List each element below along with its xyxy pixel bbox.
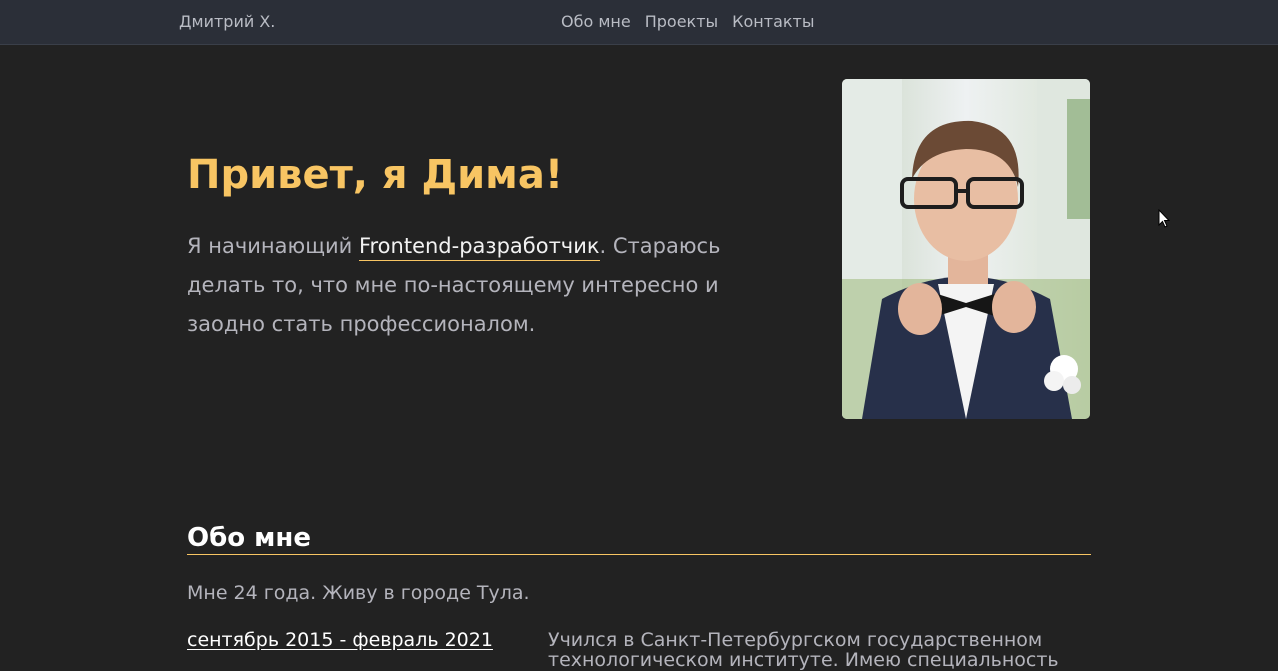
nav-link-projects[interactable]: Проекты [645,12,718,31]
top-navbar: Дмитрий Х. Обо мне Проекты Контакты [0,0,1278,45]
profile-photo [842,79,1090,419]
nav-links: Обо мне Проекты Контакты [561,12,815,31]
about-summary: Мне 24 года. Живу в городе Тула. [187,582,530,604]
nav-link-contacts[interactable]: Контакты [732,12,814,31]
hero-title: Привет, я Дима! [187,152,564,198]
brand-link[interactable]: Дмитрий Х. [179,12,275,31]
role-highlight: Frontend-разработчик [358,234,600,261]
mouse-cursor-icon [1158,209,1170,228]
about-section-title: Обо мне [187,522,1091,555]
hero-intro-start: Я начинающий [187,234,359,258]
education-period-link[interactable]: сентябрь 2015 - февраль 2021 [187,629,493,651]
nav-link-about[interactable]: Обо мне [561,12,631,31]
profile-photo-image [842,79,1090,419]
education-description: Учился в Санкт-Петербургском государстве… [548,629,1059,671]
hero-intro: Я начинающий Frontend-разработчик. Стара… [187,227,787,344]
